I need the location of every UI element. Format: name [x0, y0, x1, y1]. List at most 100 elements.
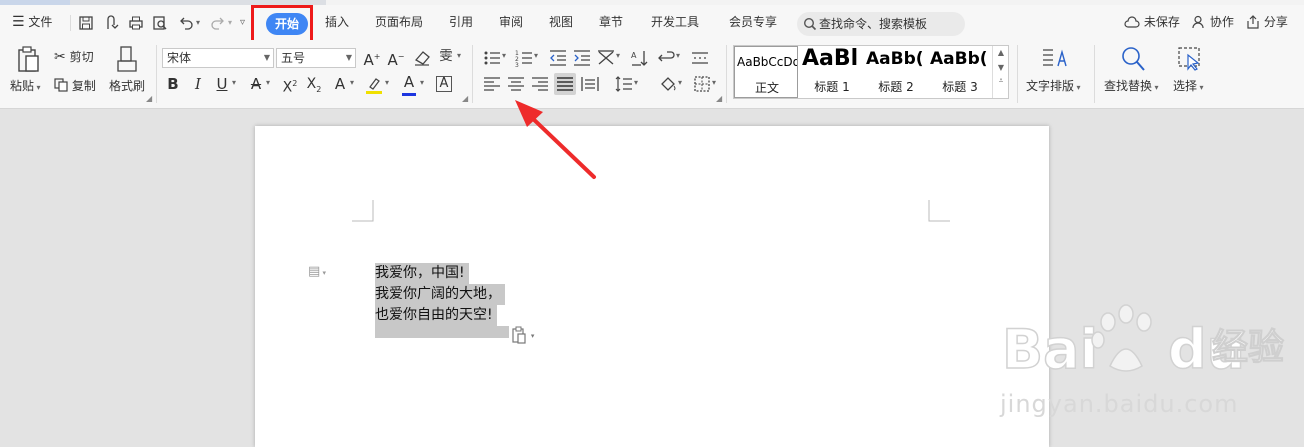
print-preview-icon[interactable]: [152, 15, 168, 31]
strikethrough-icon[interactable]: A: [246, 74, 266, 94]
chevron-down-icon[interactable]: ▾: [634, 78, 638, 87]
copy-label: 复制: [71, 79, 96, 93]
text-layout-button[interactable]: 文字排版 ▾: [1026, 77, 1081, 94]
decrease-font-size-icon[interactable]: A−: [386, 47, 406, 70]
undo-icon[interactable]: [178, 15, 194, 31]
highlighter-icon[interactable]: [364, 75, 384, 95]
style-preview: AaBbCcDd: [737, 55, 798, 69]
unsaved-status[interactable]: 未保存: [1124, 5, 1180, 40]
chevron-down-icon[interactable]: ▾: [266, 78, 270, 87]
style-heading-2[interactable]: AaBb( 标题 2: [864, 46, 928, 98]
print-icon[interactable]: [128, 15, 144, 31]
text-effect-icon[interactable]: A: [330, 74, 350, 94]
cut-button[interactable]: ✂ 剪切: [54, 48, 94, 65]
paste-button[interactable]: 粘贴 ▾: [10, 77, 41, 94]
increase-font-size-icon[interactable]: A+: [362, 47, 382, 70]
italic-icon[interactable]: I: [188, 74, 208, 94]
tab-page-layout[interactable]: 页面布局: [375, 5, 423, 40]
tab-insert[interactable]: 插入: [325, 5, 349, 40]
chevron-down-icon[interactable]: ▾: [676, 51, 680, 60]
select-cursor-icon[interactable]: [1176, 46, 1202, 72]
show-hide-marks-icon[interactable]: [656, 48, 676, 68]
paragraph-handle-icon[interactable]: ▤ ▾: [308, 264, 326, 279]
collaborate-button[interactable]: 协作: [1192, 5, 1234, 40]
chevron-down-icon[interactable]: ▾: [420, 78, 424, 87]
more-styles-icon[interactable]: ⩡: [993, 76, 1008, 86]
clipboard-group-launcher-icon[interactable]: ◢: [146, 94, 152, 103]
chevron-down-icon[interactable]: ▾: [616, 51, 620, 60]
style-normal[interactable]: AaBbCcDd 正文: [734, 46, 798, 98]
chevron-down-icon[interactable]: ▾: [502, 51, 506, 60]
sort-icon[interactable]: A: [630, 48, 650, 68]
styles-scroll[interactable]: ▲ ▼ ⩡: [992, 46, 1008, 98]
subscript-icon[interactable]: X2: [304, 74, 324, 100]
file-menu[interactable]: ☰ 文件: [12, 5, 52, 40]
chevron-down-icon[interactable]: ▾: [534, 51, 538, 60]
chevron-down-icon[interactable]: ▾: [232, 78, 236, 87]
user-icon: [1192, 15, 1204, 29]
tab-view[interactable]: 视图: [549, 5, 573, 40]
font-color-swatch: [402, 93, 416, 96]
doc-line-1[interactable]: 我爱你，中国!: [375, 263, 469, 284]
copy-button[interactable]: 复制: [54, 76, 96, 94]
font-color-icon[interactable]: A: [399, 72, 419, 92]
chevron-up-icon[interactable]: ▲: [993, 48, 1008, 57]
customize-toolbar-icon[interactable]: ▿: [240, 5, 245, 40]
chevron-down-icon[interactable]: ▾: [712, 78, 716, 87]
tab-member[interactable]: 会员专享: [729, 5, 777, 40]
text-layout-icon[interactable]: [1040, 46, 1068, 72]
export-pdf-icon[interactable]: [104, 15, 120, 31]
paste-options-button[interactable]: ▾: [511, 326, 534, 347]
font-name-select[interactable]: 宋体 ▼: [162, 48, 274, 68]
borders-icon[interactable]: [692, 74, 712, 94]
chevron-down-icon[interactable]: ▾: [457, 51, 461, 60]
numbered-list-icon[interactable]: 123: [514, 48, 534, 68]
chinese-layout-icon[interactable]: [596, 48, 616, 68]
redo-dropdown-icon[interactable]: ▾: [228, 5, 232, 40]
chevron-down-icon[interactable]: ▼: [993, 63, 1008, 72]
chevron-down-icon[interactable]: ▾: [678, 78, 682, 87]
save-icon[interactable]: [78, 15, 94, 31]
align-left-icon[interactable]: [482, 74, 502, 94]
decrease-indent-icon[interactable]: [548, 48, 568, 68]
collab-label: 协作: [1209, 15, 1234, 29]
tab-developer[interactable]: 开发工具: [651, 5, 699, 40]
style-label: 正文: [754, 81, 779, 95]
doc-line-2[interactable]: 我爱你广阔的大地，: [375, 284, 505, 305]
find-replace-button[interactable]: 查找替换 ▾: [1104, 77, 1159, 94]
command-search-input[interactable]: 查找命令、搜索模板: [797, 12, 965, 36]
line-spacing-icon[interactable]: [614, 74, 634, 94]
style-heading-3[interactable]: AaBb( 标题 3: [928, 46, 992, 98]
share-button[interactable]: 分享: [1246, 5, 1288, 40]
chevron-down-icon: ▾: [530, 332, 535, 340]
tab-review[interactable]: 审阅: [499, 5, 523, 40]
tab-chapter[interactable]: 章节: [599, 5, 623, 40]
font-group-launcher-icon[interactable]: ◢: [462, 94, 468, 103]
table-of-contents-icon[interactable]: [690, 48, 710, 68]
paragraph-group-launcher-icon[interactable]: ◢: [716, 94, 722, 103]
underline-icon[interactable]: U: [212, 74, 232, 94]
annotation-arrow: [515, 100, 596, 179]
font-size-select[interactable]: 五号 ▼: [276, 48, 356, 68]
format-painter-button[interactable]: 格式刷: [109, 77, 145, 94]
style-heading-1[interactable]: AaBl 标题 1: [800, 46, 864, 98]
increase-indent-icon[interactable]: [572, 48, 592, 68]
superscript-icon[interactable]: X2: [280, 74, 300, 98]
bullet-list-icon[interactable]: [482, 48, 502, 68]
magnifier-icon[interactable]: [1120, 45, 1146, 73]
document-page[interactable]: ▤ ▾ 我爱你，中国! 我爱你广阔的大地， 也爱你自由的天空! ▾: [255, 126, 1049, 447]
chevron-down-icon[interactable]: ▾: [350, 78, 354, 87]
pinyin-guide-icon[interactable]: 雯: [436, 47, 456, 67]
bold-icon[interactable]: B: [163, 74, 183, 94]
shading-icon[interactable]: [658, 74, 678, 94]
select-button[interactable]: 选择 ▾: [1173, 77, 1204, 94]
doc-line-3[interactable]: 也爱你自由的天空!: [375, 305, 497, 326]
redo-icon[interactable]: [210, 15, 226, 31]
character-border-icon[interactable]: A: [436, 76, 452, 92]
format-painter-icon[interactable]: [116, 45, 138, 73]
undo-dropdown-icon[interactable]: ▾: [196, 5, 200, 40]
chevron-down-icon[interactable]: ▾: [385, 78, 389, 87]
paste-icon[interactable]: [16, 46, 42, 74]
clear-format-icon[interactable]: [412, 48, 432, 68]
tab-references[interactable]: 引用: [449, 5, 473, 40]
